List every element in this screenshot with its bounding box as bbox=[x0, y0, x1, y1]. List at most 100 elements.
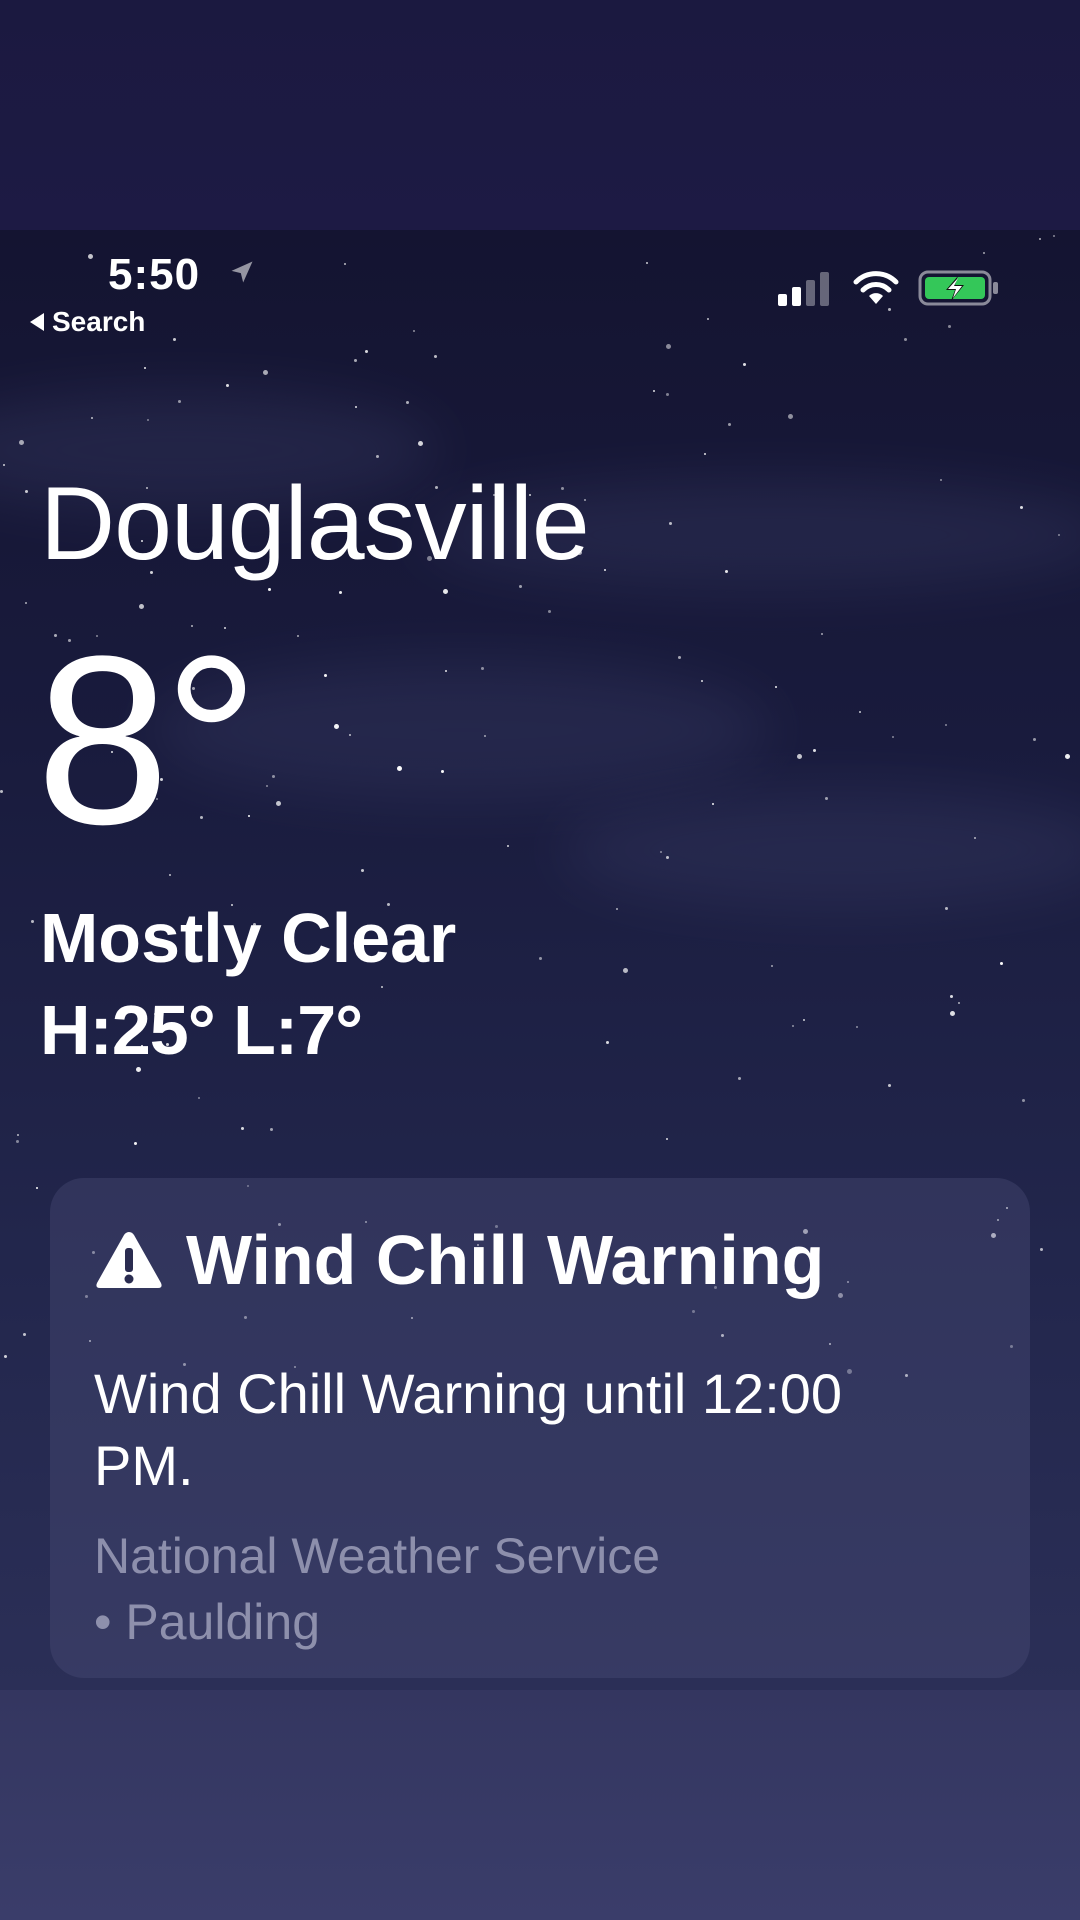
star bbox=[803, 1019, 805, 1021]
star bbox=[904, 338, 907, 341]
star bbox=[1022, 1099, 1025, 1102]
alert-description: Wind Chill Warning until 12:00 PM. bbox=[94, 1362, 843, 1497]
star bbox=[4, 1355, 7, 1358]
weather-condition: Mostly Clear bbox=[40, 899, 457, 977]
star bbox=[738, 1077, 741, 1080]
location-arrow-icon bbox=[231, 261, 253, 283]
star bbox=[344, 263, 346, 265]
star bbox=[339, 591, 342, 594]
wifi-icon bbox=[853, 271, 899, 304]
star bbox=[1040, 1248, 1043, 1251]
star bbox=[324, 674, 327, 677]
star bbox=[173, 338, 176, 341]
star bbox=[623, 968, 628, 973]
star bbox=[678, 656, 681, 659]
star bbox=[1020, 506, 1023, 509]
battery-charging-icon bbox=[918, 270, 998, 306]
star bbox=[945, 907, 948, 910]
star bbox=[940, 479, 942, 481]
star bbox=[813, 749, 816, 752]
star bbox=[1065, 754, 1070, 759]
star bbox=[144, 367, 146, 369]
star bbox=[660, 851, 662, 853]
star bbox=[892, 736, 894, 738]
alert-source-agency: National Weather Service bbox=[94, 1528, 661, 1584]
star bbox=[888, 308, 891, 311]
star bbox=[707, 318, 709, 320]
star bbox=[666, 344, 671, 349]
star bbox=[539, 957, 542, 960]
star bbox=[91, 417, 93, 419]
star bbox=[666, 856, 669, 859]
back-chevron-icon bbox=[30, 313, 44, 331]
star bbox=[701, 680, 703, 682]
star bbox=[397, 766, 402, 771]
star bbox=[771, 965, 773, 967]
star bbox=[856, 1026, 858, 1028]
alert-source: National Weather Service • Paulding bbox=[94, 1523, 954, 1655]
star bbox=[198, 1097, 200, 1099]
star bbox=[334, 724, 339, 729]
alert-source-area: • Paulding bbox=[94, 1594, 321, 1650]
star bbox=[775, 686, 777, 688]
star bbox=[134, 1142, 137, 1145]
star bbox=[888, 1084, 891, 1087]
severe-weather-alert-card[interactable]: Wind Chill Warning Wind Chill Warning un… bbox=[50, 1178, 1030, 1678]
star bbox=[958, 1002, 960, 1004]
star bbox=[653, 390, 655, 392]
star bbox=[945, 724, 947, 726]
star bbox=[797, 754, 802, 759]
back-label: Search bbox=[52, 306, 146, 337]
star bbox=[169, 874, 171, 876]
star bbox=[1058, 534, 1060, 536]
star bbox=[413, 330, 415, 332]
star bbox=[16, 1140, 19, 1143]
star bbox=[17, 1134, 19, 1136]
star bbox=[950, 1011, 955, 1016]
star bbox=[268, 588, 271, 591]
current-temperature: 8° bbox=[36, 606, 259, 874]
star bbox=[519, 585, 522, 588]
star bbox=[3, 464, 5, 466]
star bbox=[646, 262, 648, 264]
star bbox=[361, 869, 364, 872]
star bbox=[365, 350, 368, 353]
star bbox=[950, 995, 953, 998]
star bbox=[1033, 738, 1036, 741]
cellular-signal-icon bbox=[778, 272, 829, 306]
star bbox=[443, 589, 448, 594]
star bbox=[36, 1187, 38, 1189]
star bbox=[481, 667, 484, 670]
star bbox=[266, 785, 268, 787]
star bbox=[548, 610, 551, 613]
star bbox=[88, 254, 93, 259]
star bbox=[983, 252, 985, 254]
star bbox=[381, 986, 383, 988]
star bbox=[743, 363, 746, 366]
star bbox=[1000, 962, 1003, 965]
star bbox=[616, 908, 618, 910]
star bbox=[445, 670, 447, 672]
star bbox=[406, 401, 409, 404]
high-low-temperature: H:25° L:7° bbox=[40, 991, 363, 1069]
star bbox=[669, 522, 672, 525]
star bbox=[25, 490, 28, 493]
star bbox=[272, 775, 275, 778]
weather-screen: 5:50 Search Douglasville 8° Mostly Clear… bbox=[0, 230, 1080, 1690]
top-letterbox bbox=[0, 0, 1080, 230]
star bbox=[484, 735, 486, 737]
star bbox=[31, 920, 34, 923]
back-to-search-button[interactable]: Search bbox=[30, 306, 145, 338]
city-name: Douglasville bbox=[40, 466, 590, 582]
star bbox=[725, 570, 728, 573]
star bbox=[604, 569, 606, 571]
star bbox=[704, 453, 706, 455]
star bbox=[354, 359, 357, 362]
star bbox=[666, 393, 669, 396]
star bbox=[434, 355, 437, 358]
star bbox=[859, 711, 861, 713]
star bbox=[241, 1127, 244, 1130]
star bbox=[270, 1128, 273, 1131]
star bbox=[507, 845, 509, 847]
alert-header: Wind Chill Warning bbox=[94, 1220, 824, 1300]
